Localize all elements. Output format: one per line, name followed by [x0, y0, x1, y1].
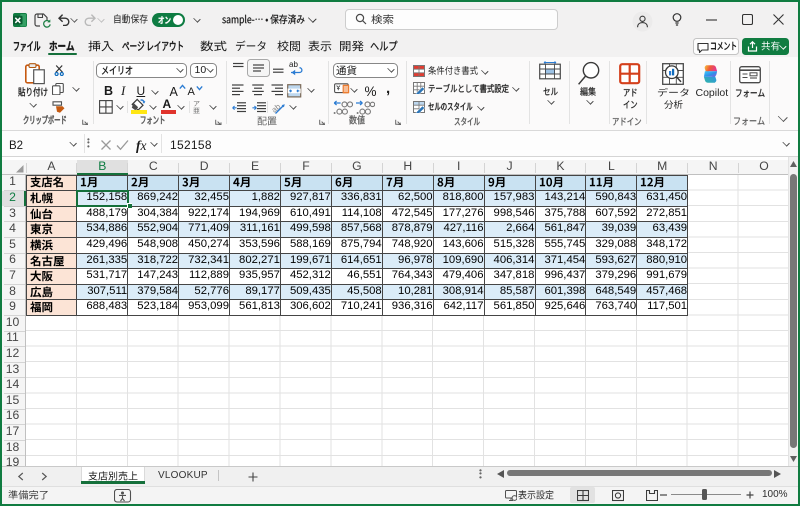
svg-text:ab: ab: [289, 60, 298, 69]
